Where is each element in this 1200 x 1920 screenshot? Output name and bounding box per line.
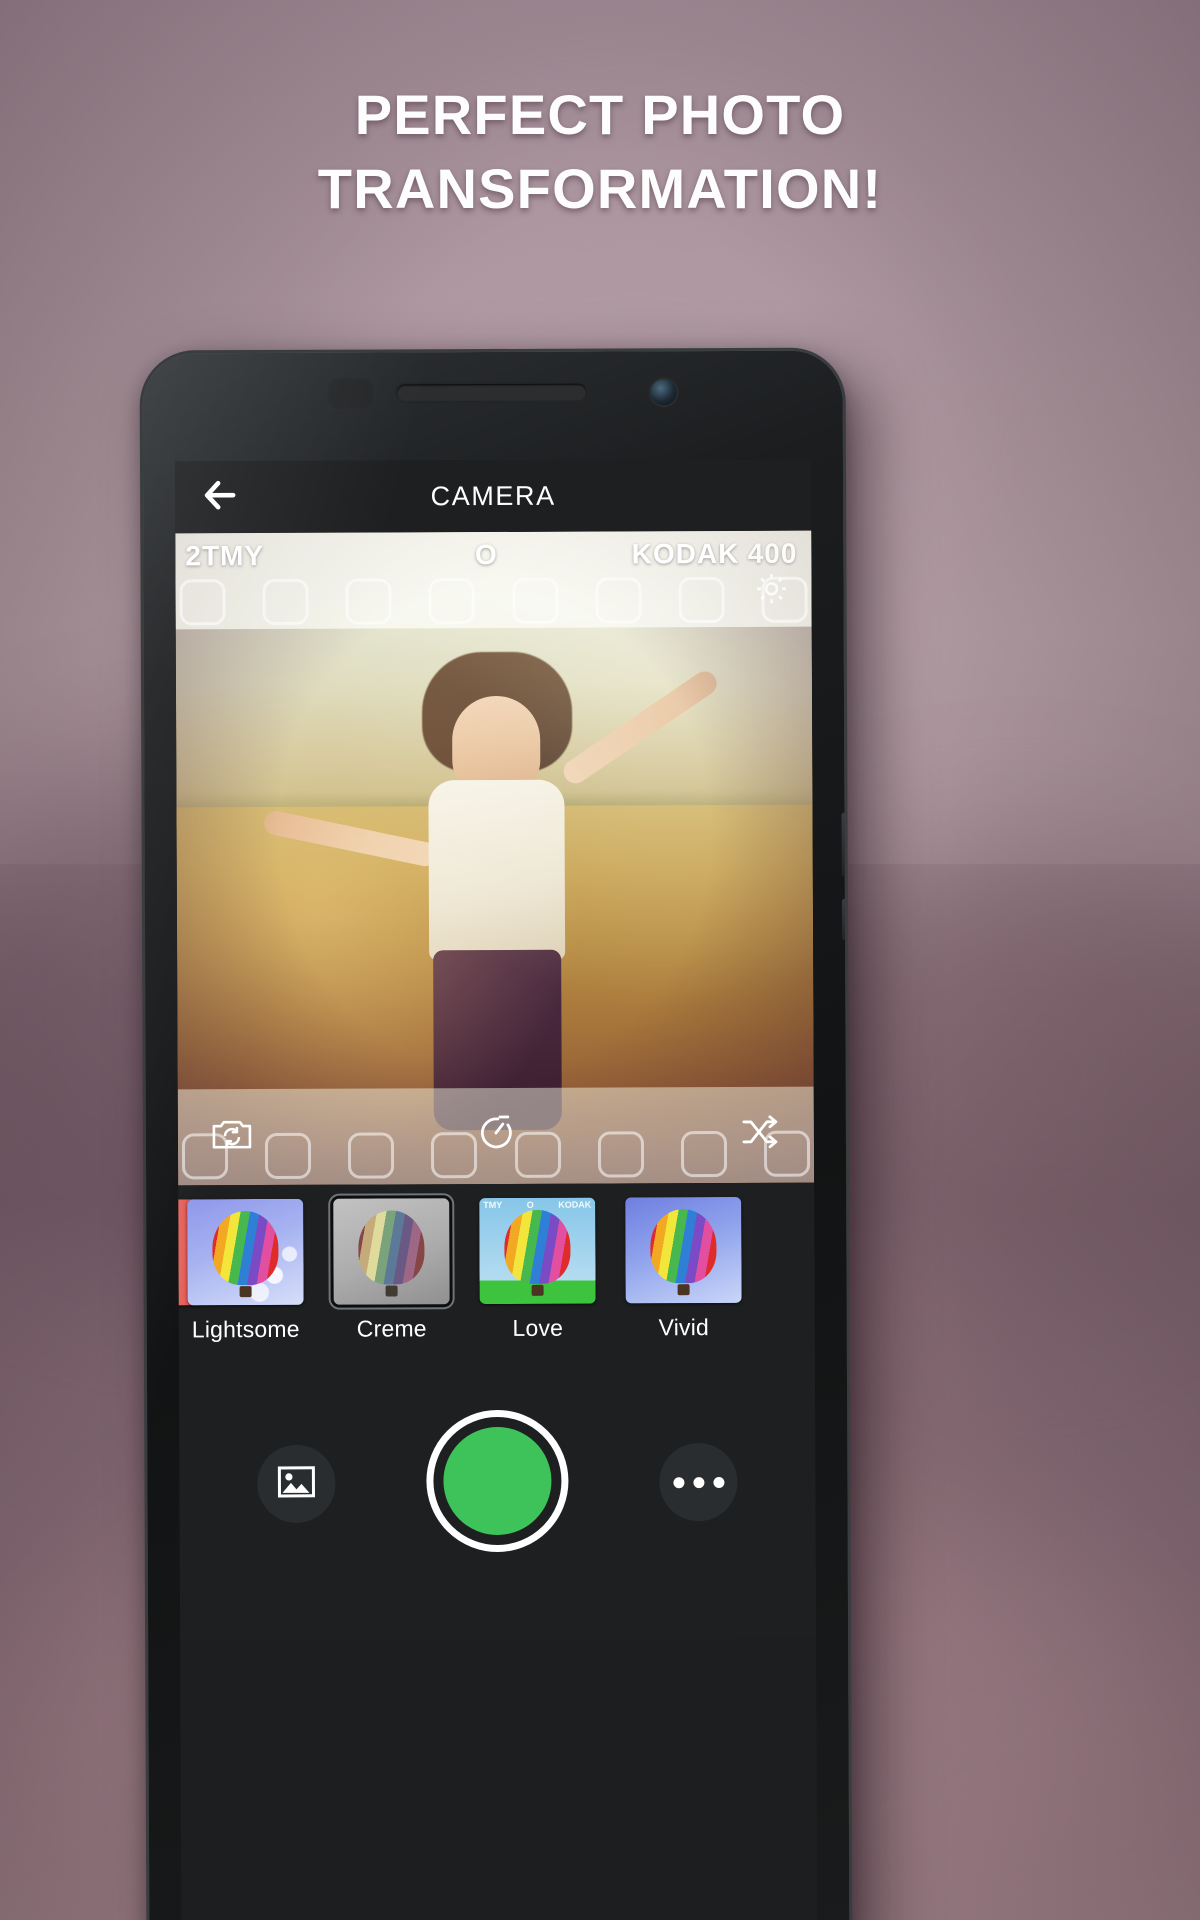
filter-carousel[interactable]: Lightsome Creme TMY O KODAK Love Vivid (178, 1182, 815, 1352)
filter-label: Vivid (658, 1314, 710, 1341)
camera-flip-icon (211, 1116, 253, 1157)
balloon-graphic (358, 1210, 425, 1285)
promo-screenshot: PERFECT PHOTO TRANSFORMATION! CAMERA 2TM… (0, 0, 1200, 1920)
timer-icon (476, 1112, 516, 1157)
app-bar: CAMERA (174, 458, 812, 534)
balloon-graphic (504, 1209, 571, 1284)
shutter-button-inner (443, 1426, 552, 1536)
shutter-button[interactable] (426, 1409, 569, 1553)
phone-screen: CAMERA 2TMY O KODAK 400 Lightsome Creme … (174, 458, 818, 1920)
filter-label: Creme (356, 1315, 427, 1342)
sprocket-hole (595, 577, 642, 624)
balloon-graphic (650, 1209, 717, 1284)
camera-viewfinder[interactable]: 2TMY O KODAK 400 (175, 530, 815, 1186)
sprocket-hole (179, 579, 226, 626)
filter-thumbnail (187, 1198, 304, 1306)
thumb-film-marker: O (526, 1199, 534, 1210)
thumb-film-markings: TMY O KODAK (483, 1200, 591, 1210)
sprocket-hole (678, 576, 725, 624)
film-sprockets-top (179, 576, 808, 626)
balloon-graphic (212, 1210, 279, 1286)
filter-item-love[interactable]: TMY O KODAK Love (464, 1197, 611, 1343)
promo-headline: PERFECT PHOTO TRANSFORMATION! (0, 78, 1200, 226)
filter-thumbnail (625, 1196, 742, 1304)
dot (672, 1476, 684, 1488)
filter-label: Lightsome (191, 1315, 300, 1343)
film-code: 2TMY (185, 540, 265, 572)
sprocket-hole (428, 578, 476, 625)
self-timer-button[interactable] (468, 1107, 524, 1163)
shuffle-icon (740, 1114, 780, 1153)
headline-line-2: TRANSFORMATION! (317, 157, 883, 220)
page-title: CAMERA (430, 480, 556, 511)
filter-label: Love (512, 1314, 564, 1341)
image-icon (277, 1465, 316, 1502)
filter-thumbnail (333, 1198, 450, 1305)
sprocket-hole (345, 578, 392, 625)
capture-bar (178, 1348, 817, 1642)
sprocket-hole (512, 577, 559, 624)
film-brand: KODAK (631, 537, 740, 570)
phone-mockup: CAMERA 2TMY O KODAK 400 Lightsome Creme … (142, 350, 850, 1920)
film-marker: O (474, 538, 498, 571)
more-horizontal-icon (672, 1476, 724, 1488)
earpiece-speaker (396, 383, 587, 402)
settings-button[interactable] (749, 569, 793, 613)
shuffle-filter-button[interactable] (732, 1106, 788, 1162)
headline-line-1: PERFECT PHOTO (354, 83, 846, 146)
dot (692, 1476, 704, 1488)
filter-item-creme[interactable]: Creme (318, 1198, 465, 1343)
more-options-button[interactable] (659, 1442, 738, 1522)
filter-thumbnail: TMY O KODAK (479, 1197, 596, 1305)
phone-top-bezel (143, 350, 843, 465)
thumb-film-brand: KODAK (558, 1199, 592, 1210)
dot (712, 1476, 724, 1488)
film-edge-markings: 2TMY O KODAK 400 (185, 537, 801, 574)
back-button[interactable] (197, 473, 245, 521)
switch-camera-button[interactable] (204, 1108, 260, 1164)
viewfinder-controls (178, 1099, 814, 1172)
front-camera-lens (650, 379, 677, 406)
gear-icon (752, 569, 790, 612)
arrow-left-icon (203, 480, 239, 515)
film-iso: 400 (747, 537, 798, 569)
filter-item-vivid[interactable]: Vivid (610, 1196, 757, 1342)
sprocket-hole (262, 578, 309, 626)
filter-item-lightsome[interactable]: Lightsome (178, 1198, 319, 1344)
thumb-film-code: TMY (483, 1199, 503, 1211)
gallery-button[interactable] (257, 1444, 336, 1524)
proximity-sensor (328, 378, 373, 409)
